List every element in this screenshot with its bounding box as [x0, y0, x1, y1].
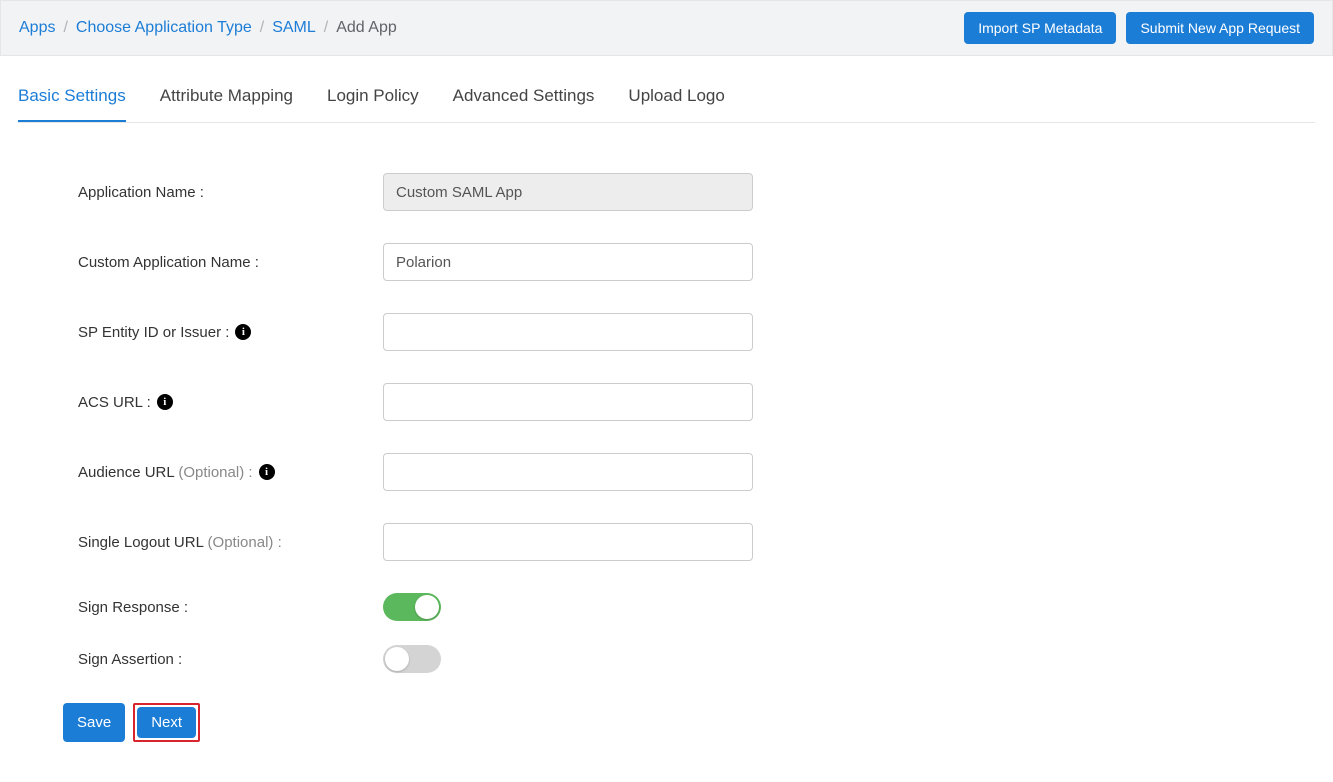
- import-sp-metadata-button[interactable]: Import SP Metadata: [964, 12, 1116, 44]
- info-icon[interactable]: i: [259, 464, 275, 480]
- save-button[interactable]: Save: [63, 703, 125, 742]
- label-custom-application-name: Custom Application Name :: [78, 254, 383, 271]
- info-icon[interactable]: i: [235, 324, 251, 340]
- tab-basic-settings[interactable]: Basic Settings: [18, 86, 126, 122]
- next-button[interactable]: Next: [137, 707, 196, 738]
- toggle-sign-assertion[interactable]: [383, 645, 441, 673]
- row-audience-url: Audience URL (Optional) : i: [78, 453, 918, 491]
- breadcrumb-separator: /: [260, 19, 264, 37]
- label-sp-entity-id: SP Entity ID or Issuer : i: [78, 324, 383, 341]
- toggle-knob: [385, 647, 409, 671]
- row-sp-entity-id: SP Entity ID or Issuer : i: [78, 313, 918, 351]
- label-single-logout-url: Single Logout URL (Optional) :: [78, 534, 383, 551]
- toggle-sign-response[interactable]: [383, 593, 441, 621]
- row-sign-response: Sign Response :: [78, 593, 918, 621]
- breadcrumb-separator: /: [324, 19, 328, 37]
- label-acs-url: ACS URL : i: [78, 394, 383, 411]
- breadcrumb-current: Add App: [336, 19, 397, 37]
- input-sp-entity-id[interactable]: [383, 313, 753, 351]
- submit-new-app-request-button[interactable]: Submit New App Request: [1126, 12, 1314, 44]
- input-audience-url[interactable]: [383, 453, 753, 491]
- label-audience-url: Audience URL (Optional) : i: [78, 464, 383, 481]
- row-application-name: Application Name :: [78, 173, 918, 211]
- breadcrumb-apps[interactable]: Apps: [19, 19, 55, 37]
- label-sign-assertion: Sign Assertion :: [78, 651, 383, 668]
- label-sign-response: Sign Response :: [78, 599, 383, 616]
- row-acs-url: ACS URL : i: [78, 383, 918, 421]
- tabs: Basic Settings Attribute Mapping Login P…: [18, 86, 1315, 123]
- label-slo-text: Single Logout URL (Optional) :: [78, 534, 282, 551]
- next-button-highlight: Next: [133, 703, 200, 742]
- tab-upload-logo[interactable]: Upload Logo: [628, 86, 724, 122]
- input-custom-application-name[interactable]: [383, 243, 753, 281]
- label-audience-text: Audience URL (Optional) :: [78, 464, 253, 481]
- label-application-name: Application Name :: [78, 184, 383, 201]
- toggle-knob: [415, 595, 439, 619]
- top-actions: Import SP Metadata Submit New App Reques…: [964, 12, 1314, 44]
- topbar: Apps / Choose Application Type / SAML / …: [0, 0, 1333, 56]
- row-custom-application-name: Custom Application Name :: [78, 243, 918, 281]
- input-single-logout-url[interactable]: [383, 523, 753, 561]
- breadcrumb-choose-type[interactable]: Choose Application Type: [76, 19, 252, 37]
- tab-advanced-settings[interactable]: Advanced Settings: [453, 86, 595, 122]
- breadcrumb-saml[interactable]: SAML: [272, 19, 316, 37]
- footer-buttons: Save Next: [18, 703, 1315, 742]
- row-single-logout-url: Single Logout URL (Optional) :: [78, 523, 918, 561]
- tab-attribute-mapping[interactable]: Attribute Mapping: [160, 86, 293, 122]
- input-acs-url[interactable]: [383, 383, 753, 421]
- breadcrumb-separator: /: [63, 19, 67, 37]
- info-icon[interactable]: i: [157, 394, 173, 410]
- tab-login-policy[interactable]: Login Policy: [327, 86, 419, 122]
- label-acs-text: ACS URL :: [78, 394, 151, 411]
- label-sp-entity-text: SP Entity ID or Issuer :: [78, 324, 229, 341]
- page-content: Basic Settings Attribute Mapping Login P…: [0, 56, 1333, 782]
- input-application-name: [383, 173, 753, 211]
- form: Application Name : Custom Application Na…: [18, 173, 918, 673]
- row-sign-assertion: Sign Assertion :: [78, 645, 918, 673]
- breadcrumb: Apps / Choose Application Type / SAML / …: [19, 19, 397, 37]
